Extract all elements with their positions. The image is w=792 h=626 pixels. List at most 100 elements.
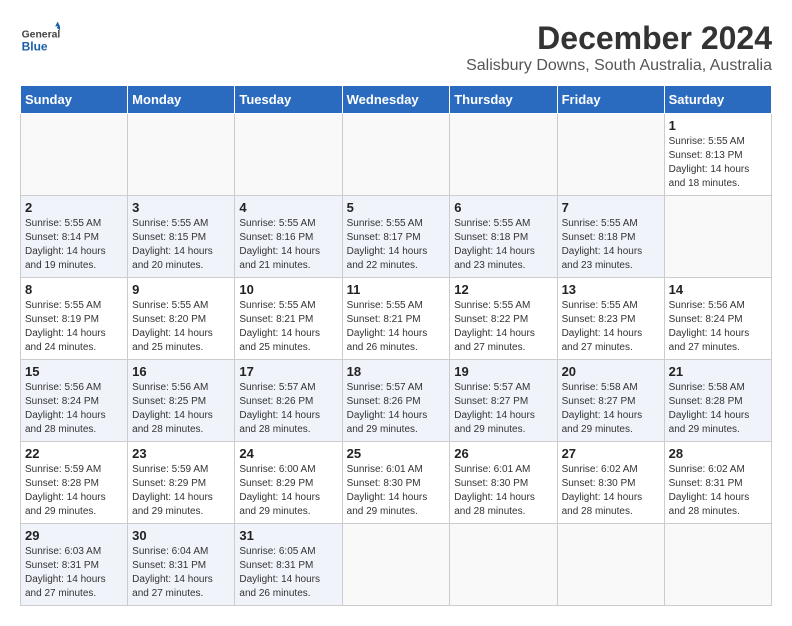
- calendar-cell: 27 Sunrise: 6:02 AMSunset: 8:30 PMDayligh…: [557, 442, 664, 524]
- calendar-cell: 14 Sunrise: 5:56 AMSunset: 8:24 PMDayligh…: [664, 278, 771, 360]
- calendar-cell: 5Sunrise: 5:55 AMSunset: 8:17 PMDaylight…: [342, 196, 450, 278]
- calendar-cell: 10 Sunrise: 5:55 AMSunset: 8:21 PMDayligh…: [235, 278, 342, 360]
- day-number: 23: [132, 446, 230, 461]
- day-info: Sunrise: 5:55 AMSunset: 8:18 PMDaylight:…: [562, 217, 660, 273]
- day-number: 17: [239, 364, 337, 379]
- svg-text:Blue: Blue: [22, 39, 48, 53]
- logo-icon: General Blue: [20, 20, 60, 60]
- day-info: Sunrise: 5:55 AMSunset: 8:16 PMDaylight:…: [239, 217, 337, 273]
- day-number: 9: [132, 282, 230, 297]
- day-info: Sunrise: 5:57 AMSunset: 8:27 PMDaylight:…: [454, 381, 552, 437]
- calendar-table: SundayMondayTuesdayWednesdayThursdayFrid…: [20, 85, 772, 606]
- day-info: Sunrise: 5:56 AMSunset: 8:24 PMDaylight:…: [669, 299, 767, 355]
- calendar-cell: 28 Sunrise: 6:02 AMSunset: 8:31 PMDayligh…: [664, 442, 771, 524]
- calendar-cell: 23Sunrise: 5:59 AMSunset: 8:29 PMDayligh…: [128, 442, 235, 524]
- calendar-cell: [450, 114, 557, 196]
- calendar-cell: 22 Sunrise: 5:59 AMSunset: 8:28 PMDayligh…: [21, 442, 128, 524]
- day-number: 7: [562, 200, 660, 215]
- day-number: 1: [669, 118, 767, 133]
- day-info: Sunrise: 6:05 AMSunset: 8:31 PMDaylight:…: [239, 545, 337, 601]
- calendar-cell: 26 Sunrise: 6:01 AMSunset: 8:30 PMDayligh…: [450, 442, 557, 524]
- day-info: Sunrise: 6:02 AMSunset: 8:30 PMDaylight:…: [562, 463, 660, 519]
- day-number: 11: [347, 282, 446, 297]
- calendar-cell: 9Sunrise: 5:55 AMSunset: 8:20 PMDaylight…: [128, 278, 235, 360]
- day-info: Sunrise: 6:03 AMSunset: 8:31 PMDaylight:…: [25, 545, 123, 601]
- header-row: SundayMondayTuesdayWednesdayThursdayFrid…: [21, 86, 772, 114]
- calendar-cell: [342, 524, 450, 606]
- day-number: 21: [669, 364, 767, 379]
- day-info: Sunrise: 5:58 AMSunset: 8:27 PMDaylight:…: [562, 381, 660, 437]
- day-info: Sunrise: 5:55 AMSunset: 8:14 PMDaylight:…: [25, 217, 123, 273]
- calendar-cell: 11Sunrise: 5:55 AMSunset: 8:21 PMDayligh…: [342, 278, 450, 360]
- day-info: Sunrise: 5:55 AMSunset: 8:15 PMDaylight:…: [132, 217, 230, 273]
- main-title: December 2024: [466, 20, 772, 57]
- calendar-cell: 20 Sunrise: 5:58 AMSunset: 8:27 PMDayligh…: [557, 360, 664, 442]
- calendar-cell: 18 Sunrise: 5:57 AMSunset: 8:26 PMDayligh…: [342, 360, 450, 442]
- calendar-cell: [128, 114, 235, 196]
- day-info: Sunrise: 5:55 AMSunset: 8:18 PMDaylight:…: [454, 217, 552, 273]
- logo: General Blue: [20, 20, 64, 60]
- day-info: Sunrise: 5:55 AMSunset: 8:22 PMDaylight:…: [454, 299, 552, 355]
- day-number: 22: [25, 446, 123, 461]
- day-info: Sunrise: 5:55 AMSunset: 8:13 PMDaylight:…: [669, 135, 767, 191]
- header-day-sunday: Sunday: [21, 86, 128, 114]
- header-day-monday: Monday: [128, 86, 235, 114]
- day-number: 27: [562, 446, 660, 461]
- calendar-cell: 12 Sunrise: 5:55 AMSunset: 8:22 PMDayligh…: [450, 278, 557, 360]
- calendar-cell: [235, 114, 342, 196]
- calendar-cell: 1 Sunrise: 5:55 AMSunset: 8:13 PMDaylight…: [664, 114, 771, 196]
- calendar-cell: [342, 114, 450, 196]
- day-info: Sunrise: 6:00 AMSunset: 8:29 PMDaylight:…: [239, 463, 337, 519]
- calendar-cell: 19 Sunrise: 5:57 AMSunset: 8:27 PMDayligh…: [450, 360, 557, 442]
- day-number: 28: [669, 446, 767, 461]
- calendar-cell: 7 Sunrise: 5:55 AMSunset: 8:18 PMDaylight…: [557, 196, 664, 278]
- day-number: 31: [239, 528, 337, 543]
- day-info: Sunrise: 5:55 AMSunset: 8:17 PMDaylight:…: [347, 217, 446, 273]
- calendar-cell: 3 Sunrise: 5:55 AMSunset: 8:15 PMDaylight…: [128, 196, 235, 278]
- day-number: 13: [562, 282, 660, 297]
- day-info: Sunrise: 5:57 AMSunset: 8:26 PMDaylight:…: [347, 381, 446, 437]
- day-number: 18: [347, 364, 446, 379]
- calendar-cell: 8Sunrise: 5:55 AMSunset: 8:19 PMDaylight…: [21, 278, 128, 360]
- calendar-cell: 30Sunrise: 6:04 AMSunset: 8:31 PMDayligh…: [128, 524, 235, 606]
- day-number: 3: [132, 200, 230, 215]
- day-info: Sunrise: 5:57 AMSunset: 8:26 PMDaylight:…: [239, 381, 337, 437]
- day-info: Sunrise: 6:02 AMSunset: 8:31 PMDaylight:…: [669, 463, 767, 519]
- page-header: General Blue December 2024 Salisbury Dow…: [20, 20, 772, 75]
- day-number: 20: [562, 364, 660, 379]
- day-number: 26: [454, 446, 552, 461]
- day-number: 6: [454, 200, 552, 215]
- calendar-cell: [557, 524, 664, 606]
- day-number: 30: [132, 528, 230, 543]
- calendar-cell: 2Sunrise: 5:55 AMSunset: 8:14 PMDaylight…: [21, 196, 128, 278]
- header-day-tuesday: Tuesday: [235, 86, 342, 114]
- calendar-cell: 4 Sunrise: 5:55 AMSunset: 8:16 PMDaylight…: [235, 196, 342, 278]
- day-number: 16: [132, 364, 230, 379]
- calendar-cell: 21 Sunrise: 5:58 AMSunset: 8:28 PMDayligh…: [664, 360, 771, 442]
- day-number: 19: [454, 364, 552, 379]
- calendar-cell: 25 Sunrise: 6:01 AMSunset: 8:30 PMDayligh…: [342, 442, 450, 524]
- day-info: Sunrise: 5:55 AMSunset: 8:21 PMDaylight:…: [239, 299, 337, 355]
- day-info: Sunrise: 5:56 AMSunset: 8:25 PMDaylight:…: [132, 381, 230, 437]
- day-number: 25: [347, 446, 446, 461]
- calendar-cell: [21, 114, 128, 196]
- day-number: 4: [239, 200, 337, 215]
- day-info: Sunrise: 5:55 AMSunset: 8:23 PMDaylight:…: [562, 299, 660, 355]
- calendar-cell: 17 Sunrise: 5:57 AMSunset: 8:26 PMDayligh…: [235, 360, 342, 442]
- calendar-cell: 31 Sunrise: 6:05 AMSunset: 8:31 PMDayligh…: [235, 524, 342, 606]
- day-number: 8: [25, 282, 123, 297]
- header-day-thursday: Thursday: [450, 86, 557, 114]
- calendar-cell: [450, 524, 557, 606]
- week-row-6: 29Sunrise: 6:03 AMSunset: 8:31 PMDayligh…: [21, 524, 772, 606]
- day-number: 10: [239, 282, 337, 297]
- calendar-cell: 29Sunrise: 6:03 AMSunset: 8:31 PMDayligh…: [21, 524, 128, 606]
- header-day-saturday: Saturday: [664, 86, 771, 114]
- calendar-cell: 16 Sunrise: 5:56 AMSunset: 8:25 PMDayligh…: [128, 360, 235, 442]
- day-info: Sunrise: 5:58 AMSunset: 8:28 PMDaylight:…: [669, 381, 767, 437]
- calendar-cell: 15Sunrise: 5:56 AMSunset: 8:24 PMDayligh…: [21, 360, 128, 442]
- day-number: 12: [454, 282, 552, 297]
- day-info: Sunrise: 5:59 AMSunset: 8:28 PMDaylight:…: [25, 463, 123, 519]
- day-number: 14: [669, 282, 767, 297]
- day-info: Sunrise: 6:01 AMSunset: 8:30 PMDaylight:…: [454, 463, 552, 519]
- day-info: Sunrise: 6:01 AMSunset: 8:30 PMDaylight:…: [347, 463, 446, 519]
